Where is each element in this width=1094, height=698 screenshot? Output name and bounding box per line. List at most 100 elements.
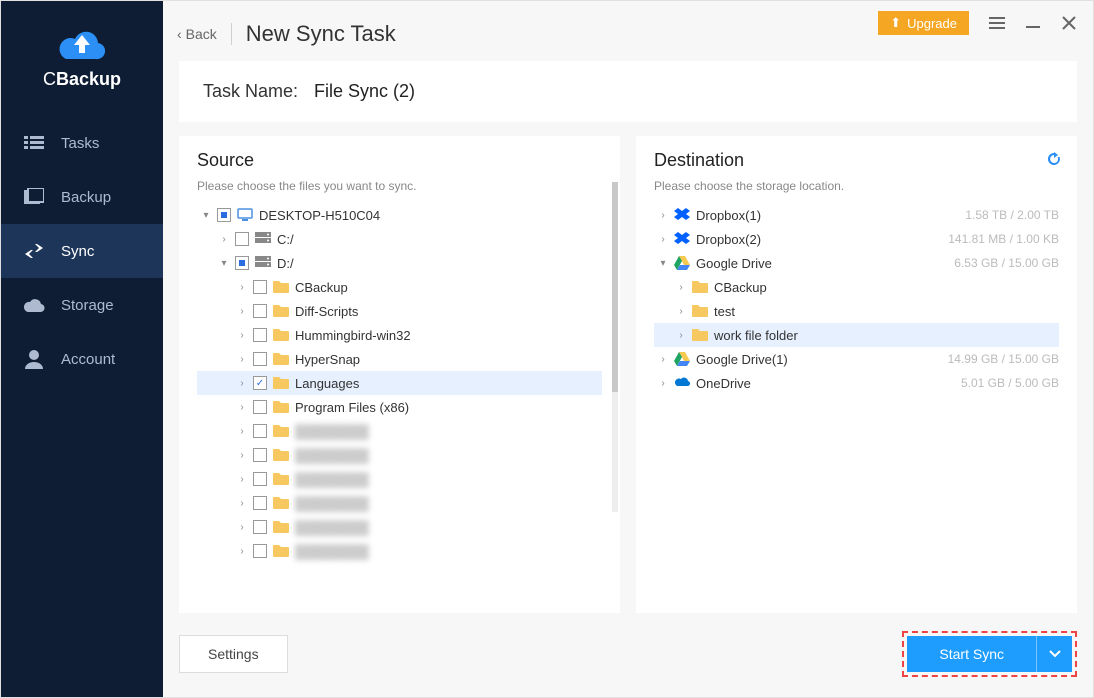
close-button[interactable]	[1061, 15, 1077, 31]
checkbox[interactable]	[235, 232, 249, 246]
sidebar: CBackup Tasks Backup Sync Storage Accoun…	[1, 1, 163, 697]
expand-caret-icon[interactable]: ›	[237, 378, 247, 389]
expand-caret-icon[interactable]: ›	[237, 330, 247, 341]
expand-caret-icon[interactable]: ›	[237, 498, 247, 509]
expand-caret-icon[interactable]: ▾	[201, 210, 211, 221]
tree-row[interactable]: › Hummingbird-win32	[197, 323, 602, 347]
drive-icon	[255, 232, 271, 246]
expand-caret-icon[interactable]: ›	[219, 234, 229, 245]
expand-caret-icon[interactable]: ›	[676, 306, 686, 317]
onedrive-icon	[674, 376, 690, 390]
expand-caret-icon[interactable]: ▾	[658, 258, 668, 269]
tree-row[interactable]: › HyperSnap	[197, 347, 602, 371]
scrollbar-thumb[interactable]	[612, 182, 618, 392]
checkbox[interactable]	[253, 544, 267, 558]
destination-row[interactable]: › test	[654, 299, 1059, 323]
expand-caret-icon[interactable]: ›	[237, 402, 247, 413]
back-button[interactable]: ‹ Back	[177, 26, 217, 42]
source-tree[interactable]: ▾ DESKTOP-H510C04 › C:/ ▾ D:/ › CBackup …	[197, 203, 602, 599]
tree-row[interactable]: › ████████	[197, 419, 602, 443]
checkbox[interactable]	[253, 424, 267, 438]
expand-caret-icon[interactable]: ›	[237, 474, 247, 485]
folder-icon	[273, 424, 289, 438]
minimize-button[interactable]	[1025, 15, 1041, 31]
nav-storage[interactable]: Storage	[1, 278, 163, 332]
destination-label: test	[714, 304, 735, 319]
googledrive-icon	[674, 352, 690, 366]
checkbox[interactable]	[253, 400, 267, 414]
destination-tree[interactable]: › Dropbox(1) 1.58 TB / 2.00 TB › Dropbox…	[654, 203, 1059, 599]
checkbox[interactable]	[253, 304, 267, 318]
task-name-card: Task Name: File Sync (2)	[179, 61, 1077, 122]
expand-caret-icon[interactable]: ›	[237, 306, 247, 317]
checkbox[interactable]	[217, 208, 231, 222]
checkbox[interactable]	[253, 472, 267, 486]
checkbox[interactable]	[253, 376, 267, 390]
nav-label: Backup	[61, 189, 111, 206]
expand-caret-icon[interactable]: ›	[658, 378, 668, 389]
expand-caret-icon[interactable]: ›	[237, 450, 247, 461]
destination-row[interactable]: › Dropbox(1) 1.58 TB / 2.00 TB	[654, 203, 1059, 227]
checkbox[interactable]	[253, 448, 267, 462]
settings-button[interactable]: Settings	[179, 635, 288, 673]
tree-row[interactable]: › Languages	[197, 371, 602, 395]
expand-caret-icon[interactable]: ›	[237, 426, 247, 437]
tree-row[interactable]: › ████████	[197, 491, 602, 515]
nav-account[interactable]: Account	[1, 332, 163, 386]
expand-caret-icon[interactable]: ›	[237, 546, 247, 557]
folder-icon	[273, 544, 289, 558]
nav-backup[interactable]: Backup	[1, 170, 163, 224]
tree-row[interactable]: › Program Files (x86)	[197, 395, 602, 419]
nav-label: Tasks	[61, 135, 99, 152]
checkbox[interactable]	[253, 352, 267, 366]
destination-row[interactable]: › Dropbox(2) 141.81 MB / 1.00 KB	[654, 227, 1059, 251]
menu-button[interactable]	[989, 15, 1005, 31]
refresh-button[interactable]	[1045, 150, 1063, 168]
upgrade-button[interactable]: ⬆ Upgrade	[878, 11, 969, 35]
checkbox[interactable]	[235, 256, 249, 270]
tree-row[interactable]: › ████████	[197, 443, 602, 467]
checkbox[interactable]	[253, 328, 267, 342]
tree-row[interactable]: › C:/	[197, 227, 602, 251]
expand-caret-icon[interactable]: ›	[237, 282, 247, 293]
expand-caret-icon[interactable]: ›	[676, 330, 686, 341]
tree-row[interactable]: › ████████	[197, 515, 602, 539]
pc-icon	[237, 208, 253, 222]
nav-sync[interactable]: Sync	[1, 224, 163, 278]
tree-row[interactable]: › Diff-Scripts	[197, 299, 602, 323]
nav-tasks[interactable]: Tasks	[1, 116, 163, 170]
expand-caret-icon[interactable]: ›	[658, 234, 668, 245]
task-name-value[interactable]: File Sync (2)	[314, 81, 415, 102]
dropbox-icon	[674, 232, 690, 246]
start-sync-dropdown[interactable]	[1036, 636, 1072, 672]
start-sync-highlight: Start Sync	[902, 631, 1077, 677]
tree-row[interactable]: › ████████	[197, 539, 602, 563]
logo-cloud-icon	[54, 23, 110, 63]
expand-caret-icon[interactable]: ›	[658, 210, 668, 221]
destination-label: work file folder	[714, 328, 798, 343]
destination-row[interactable]: › CBackup	[654, 275, 1059, 299]
tree-label: ████████	[295, 544, 369, 559]
tree-row[interactable]: › CBackup	[197, 275, 602, 299]
tree-label: CBackup	[295, 280, 348, 295]
tree-row[interactable]: ▾ DESKTOP-H510C04	[197, 203, 602, 227]
destination-row[interactable]: ▾ Google Drive 6.53 GB / 15.00 GB	[654, 251, 1059, 275]
checkbox[interactable]	[253, 496, 267, 510]
expand-caret-icon[interactable]: ▾	[219, 258, 229, 269]
expand-caret-icon[interactable]: ›	[676, 282, 686, 293]
expand-caret-icon[interactable]: ›	[658, 354, 668, 365]
expand-caret-icon[interactable]: ›	[237, 354, 247, 365]
folder-icon	[273, 328, 289, 342]
destination-row[interactable]: › Google Drive(1) 14.99 GB / 15.00 GB	[654, 347, 1059, 371]
destination-row[interactable]: › work file folder	[654, 323, 1059, 347]
start-sync-button[interactable]: Start Sync	[907, 636, 1036, 672]
expand-caret-icon[interactable]: ›	[237, 522, 247, 533]
storage-size: 5.01 GB / 5.00 GB	[961, 376, 1059, 390]
tree-row[interactable]: › ████████	[197, 467, 602, 491]
scrollbar[interactable]	[612, 182, 618, 512]
upload-icon: ⬆	[890, 15, 901, 31]
checkbox[interactable]	[253, 280, 267, 294]
tree-row[interactable]: ▾ D:/	[197, 251, 602, 275]
checkbox[interactable]	[253, 520, 267, 534]
destination-row[interactable]: › OneDrive 5.01 GB / 5.00 GB	[654, 371, 1059, 395]
